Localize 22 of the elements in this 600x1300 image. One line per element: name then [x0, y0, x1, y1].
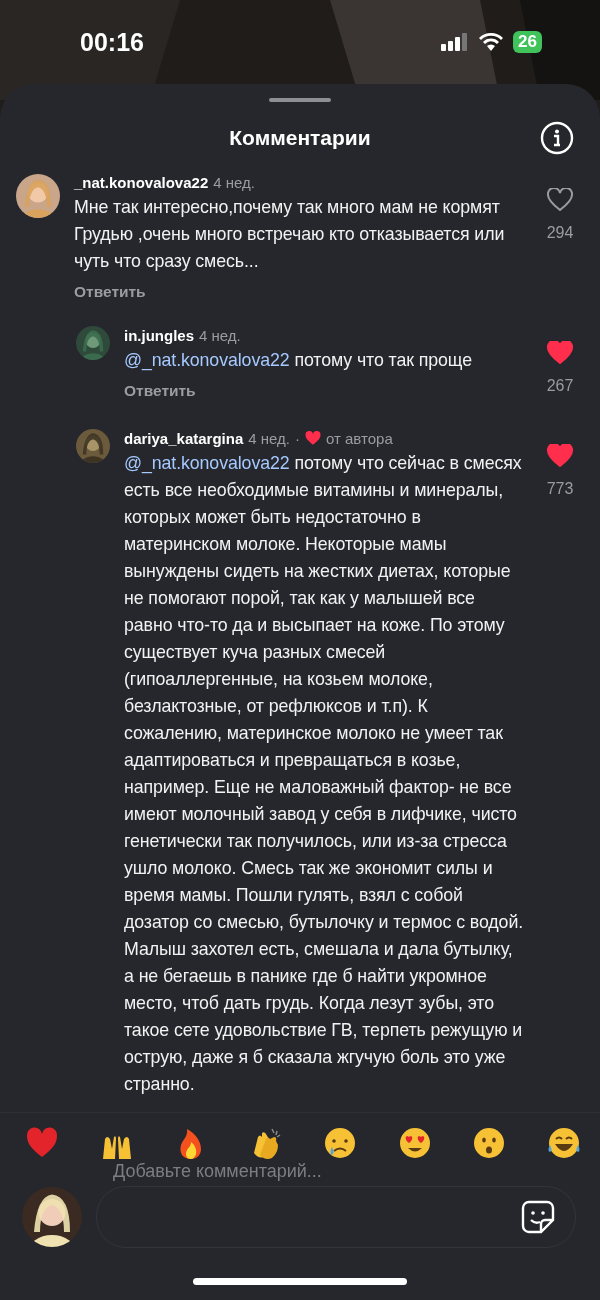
like-count: 267 — [546, 377, 574, 395]
sheet-title: Комментарии — [229, 126, 371, 150]
username[interactable]: _nat.konovalova22 — [74, 174, 209, 191]
battery-level: 26 — [513, 31, 542, 53]
username[interactable]: dariya_katargina — [124, 430, 244, 447]
comment-text: @_nat.konovalova22 потому что сейчас в смесях есть все необходимые витамины и минералы, которых может быть недостаточно в материнском молоке. Некоторые мамы вынуждены сидеть на жестких диетах, которые не помогают порой, так как у малышей все равно что-то да и высыпает на коже. По этому существует куча разных смесей (гипоаллергенные, на козьем молоке, безлактозные, от рефлюксов и т.п). К сожалению, материнское молоко не умеет так адаптироваться и превращаться в козье, например. Еще не маловажный фактор- не все имеют молочный завод у себя в лифчике, чисто генетически так получилось, или из-за стресса ушло молоко. Смесь так же экономит силы и время мамы. Пошли гулять, взял с собой дозатор со смесью, бутылочку и термос с водой. Малыш захотел есть, смешала и дала бутылку, а не бегаешь в панике где б найти укромное место, чтоб дать грудь. Когда лезут зубы, это такое сете удовольствие ГВ, терпеть режущую и острую, даже я б сказала жгучую боль это уже странно. — [124, 452, 524, 1096]
comment-age: 4 нед. — [248, 430, 290, 447]
comment-input[interactable]: Добавьте комментарий... — [113, 1161, 413, 1182]
mention-link[interactable]: @_nat.konovalova22 — [124, 350, 290, 370]
like-count: 294 — [546, 224, 574, 242]
separator-dot: · — [294, 430, 300, 447]
mention-link[interactable]: @_nat.konovalova22 — [124, 453, 290, 473]
status-time: 00:16 — [80, 27, 144, 57]
username[interactable]: in.jungles — [124, 327, 194, 344]
comment-age: 4 нед. — [199, 327, 241, 344]
comment-text: @_nat.konovalova22 потому что так проще — [124, 349, 473, 373]
comment-age: 4 нед. — [213, 174, 255, 191]
author-label: от автора — [325, 430, 393, 447]
reply-link[interactable]: Ответить — [124, 382, 196, 400]
comment-text: Мне так интересно,почему так много мам не кормят Грудью ,очень много встречаю кто отказывается или чуть что сразу смесь... — [74, 196, 506, 273]
reply-link[interactable]: Ответить — [74, 283, 146, 301]
like-count: 773 — [546, 480, 574, 498]
